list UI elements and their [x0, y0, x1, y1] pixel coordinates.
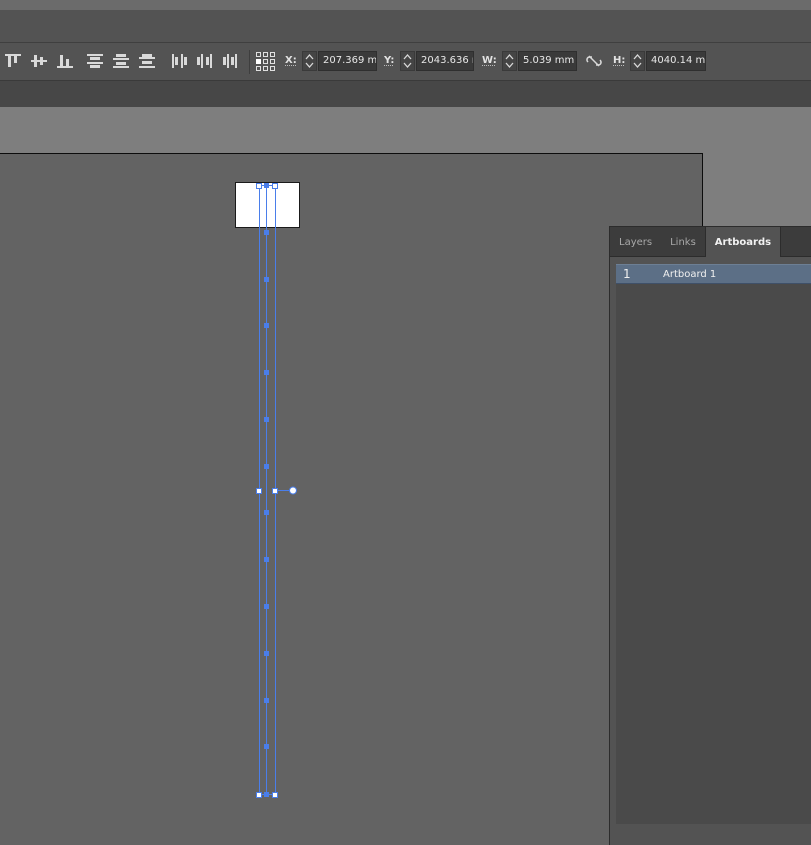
tab-layers[interactable]: Layers — [610, 227, 661, 256]
tab-links[interactable]: Links — [661, 227, 705, 256]
artboards-panel: Layers Links Artboards 1 Artboard 1 — [609, 226, 811, 845]
app-window: X: 207.369 mm Y: 2043.636 mm W: 5.039 mm… — [0, 0, 811, 845]
artboard-name: Artboard 1 — [663, 269, 717, 280]
rotation-handle[interactable] — [289, 486, 297, 495]
artboard-row-1[interactable]: 1 Artboard 1 — [616, 264, 811, 284]
bounding-box-handles[interactable] — [256, 183, 297, 798]
artboard-number: 1 — [623, 267, 631, 281]
panel-tab-bar: Layers Links Artboards — [610, 227, 811, 257]
tab-artboards[interactable]: Artboards — [704, 227, 782, 257]
artboard-list[interactable]: 1 Artboard 1 — [616, 264, 811, 824]
